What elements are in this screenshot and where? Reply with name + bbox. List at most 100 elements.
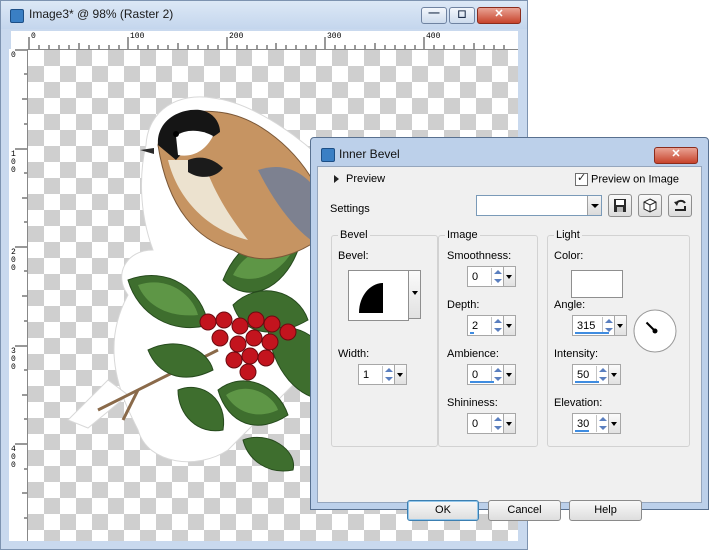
chevron-down-icon[interactable] — [503, 365, 515, 384]
chevron-down-icon[interactable] — [503, 316, 515, 335]
elevation-value: 30 — [577, 418, 590, 430]
ok-button[interactable]: OK — [407, 500, 479, 521]
bevel-shape-icon — [359, 283, 383, 313]
color-label: Color: — [554, 250, 584, 262]
paint-shop-pro-icon — [321, 148, 335, 162]
preview-label: Preview — [346, 173, 386, 185]
ruler-top-label: 200 — [229, 32, 244, 41]
settings-label: Settings — [330, 203, 370, 215]
spinner-arrows-icon[interactable] — [491, 415, 503, 432]
cancel-button[interactable]: Cancel — [488, 500, 561, 521]
ruler-top-label: 400 — [426, 32, 441, 41]
ambience-label: Ambience: — [447, 348, 499, 360]
intensity-spinner[interactable]: 50 — [572, 364, 621, 385]
shininess-value: 0 — [472, 418, 479, 430]
ruler-left-label: 200 — [11, 248, 16, 273]
maximize-button[interactable]: ◻ — [449, 7, 475, 24]
intensity-label: Intensity: — [554, 348, 599, 360]
reset-button[interactable] — [668, 194, 692, 217]
smoothness-label: Smoothness: — [447, 250, 512, 262]
width-value: 1 — [363, 369, 370, 381]
light-angle-dial[interactable] — [632, 308, 678, 354]
dialog-close-button[interactable]: ✕ — [654, 147, 698, 164]
settings-dropdown[interactable] — [476, 195, 602, 216]
dialog-titlebar[interactable]: Inner Bevel ✕ — [311, 138, 708, 168]
image-window-title: Image3* @ 98% (Raster 2) — [29, 7, 174, 21]
preview-toggle[interactable]: Preview — [334, 173, 385, 185]
light-group-title: Light — [554, 229, 582, 241]
help-button[interactable]: Help — [569, 500, 642, 521]
save-preset-button[interactable] — [608, 194, 632, 217]
ambience-spinner[interactable]: 0 — [467, 364, 516, 385]
inner-bevel-dialog: Inner Bevel ✕ Preview Preview on Image S… — [310, 137, 709, 521]
smoothness-spinner[interactable]: 0 — [467, 266, 516, 287]
close-icon: ✕ — [671, 148, 681, 160]
chevron-down-icon[interactable] — [608, 365, 620, 384]
image-group-title: Image — [445, 229, 480, 241]
minimize-icon: — — [428, 7, 440, 19]
chevron-down-icon[interactable] — [503, 414, 515, 433]
bevel-group-title: Bevel — [338, 229, 370, 241]
ruler-left-label: 400 — [11, 445, 16, 470]
minimize-button[interactable]: — — [421, 7, 447, 24]
chevron-down-icon[interactable] — [394, 365, 406, 384]
elevation-label: Elevation: — [554, 397, 603, 409]
spinner-arrows-icon[interactable] — [491, 317, 503, 334]
preview-on-image-checkbox[interactable]: Preview on Image — [575, 171, 679, 186]
save-preset-icon — [614, 199, 626, 212]
bevel-shape-picker[interactable] — [348, 270, 409, 321]
intensity-value: 50 — [577, 369, 590, 381]
dialog-title: Inner Bevel — [339, 147, 400, 161]
angle-label: Angle: — [554, 299, 586, 311]
angle-level-bar — [575, 332, 609, 334]
chevron-down-icon[interactable] — [587, 196, 601, 215]
ruler-left-label: 300 — [11, 347, 16, 372]
maximize-icon: ◻ — [457, 8, 467, 20]
smoothness-value: 0 — [472, 271, 479, 283]
chevron-down-icon[interactable] — [614, 316, 626, 335]
light-color-swatch[interactable] — [571, 270, 623, 298]
spinner-arrows-icon[interactable] — [491, 268, 503, 285]
angle-value: 315 — [577, 320, 596, 332]
checkbox-checked-icon — [575, 171, 588, 186]
depth-value: 2 — [472, 320, 479, 332]
depth-spinner[interactable]: 2 — [467, 315, 516, 336]
angle-spinner[interactable]: 315 — [572, 315, 627, 336]
width-label: Width: — [338, 348, 370, 360]
ruler-top-label: 0 — [31, 32, 36, 41]
width-spinner[interactable]: 1 — [358, 364, 407, 385]
shininess-label: Shininess: — [447, 397, 498, 409]
image-window-titlebar[interactable]: Image3* @ 98% (Raster 2) — ◻ ✕ — [1, 1, 527, 29]
spinner-arrows-icon[interactable] — [596, 415, 608, 432]
ruler-horizontal: 0 100 200 300 400 — [11, 31, 518, 50]
bevel-shape-dropdown[interactable] — [408, 270, 421, 319]
depth-label: Depth: — [447, 299, 480, 311]
elevation-level-bar — [575, 430, 589, 432]
close-button[interactable]: ✕ — [477, 7, 521, 24]
close-icon: ✕ — [494, 8, 504, 20]
ruler-horizontal-ticks — [28, 37, 505, 49]
ambience-level-bar — [470, 381, 494, 383]
paint-shop-pro-icon — [10, 9, 24, 23]
ambience-value: 0 — [472, 369, 479, 381]
reset-icon — [674, 199, 686, 211]
bevel-group: Bevel Bevel: Width: 1 — [331, 229, 438, 447]
chevron-down-icon[interactable] — [503, 267, 515, 286]
resource-manager-button[interactable] — [638, 194, 662, 217]
ruler-top-label: 100 — [130, 32, 145, 41]
elevation-spinner[interactable]: 30 — [572, 413, 621, 434]
shininess-spinner[interactable]: 0 — [467, 413, 516, 434]
resource-manager-icon — [643, 198, 657, 213]
expand-triangle-icon — [334, 175, 339, 184]
depth-level-bar — [470, 332, 474, 334]
ruler-left-label: 100 — [11, 150, 16, 175]
spinner-arrows-icon[interactable] — [382, 366, 394, 383]
angle-dial-knob — [652, 328, 658, 334]
intensity-level-bar — [575, 381, 599, 383]
ruler-vertical: 0 100 200 300 400 — [9, 49, 28, 541]
image-group: Image Smoothness: 0 Depth: 2 Ambience: 0… — [438, 229, 538, 447]
chevron-down-icon[interactable] — [608, 414, 620, 433]
ruler-left-label: 0 — [11, 51, 16, 60]
ruler-top-label: 300 — [327, 32, 342, 41]
bevel-label: Bevel: — [338, 250, 369, 262]
